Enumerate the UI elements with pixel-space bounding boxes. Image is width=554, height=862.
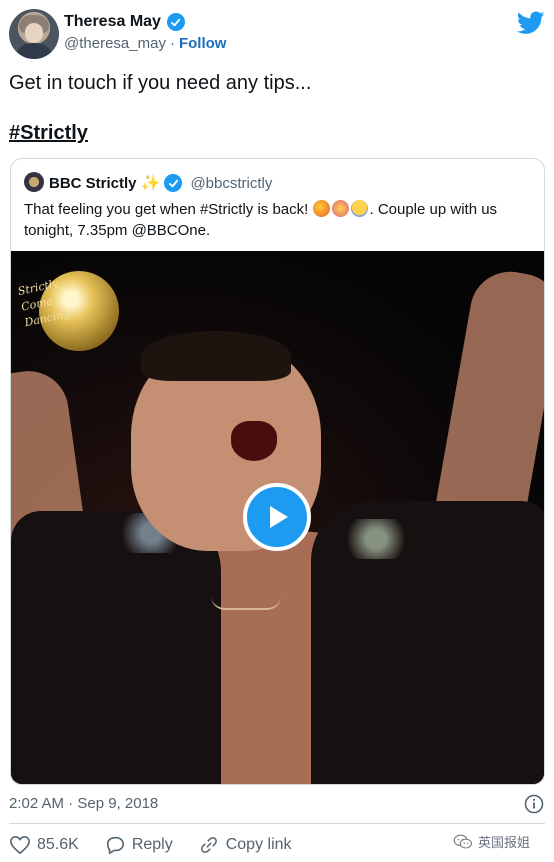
quoted-tweet-card[interactable]: BBC Strictly ✨ @bbcstrictly That feeling…: [10, 158, 545, 785]
twitter-bird-icon[interactable]: [517, 11, 545, 35]
author-handle[interactable]: @theresa_may: [64, 35, 166, 52]
author-name[interactable]: Theresa May: [64, 13, 161, 31]
author-handle-row: @theresa_may · Follow: [64, 35, 226, 52]
quoted-tweet-text: That feeling you get when #Strictly is b…: [24, 199, 534, 241]
video-logo-text: Strictly Come Dancing: [17, 275, 72, 332]
copy-link-button[interactable]: Copy link: [198, 835, 292, 855]
quoted-author-name[interactable]: BBC Strictly: [49, 175, 137, 192]
info-icon[interactable]: [524, 794, 544, 814]
action-bar: 85.6K Reply Copy link: [9, 835, 317, 855]
watermark-text: 英国报姐: [478, 835, 531, 850]
like-button[interactable]: 85.6K: [9, 835, 79, 855]
reply-icon: [106, 836, 124, 854]
video-player[interactable]: Strictly Come Dancing: [11, 251, 544, 784]
wechat-icon: [453, 834, 472, 849]
party-popper-emoji-icon: [313, 200, 331, 217]
verified-badge-icon: [164, 174, 183, 192]
copy-link-label: Copy link: [225, 836, 292, 853]
reply-label: Reply: [131, 836, 173, 853]
heart-icon: [10, 835, 30, 855]
quoted-text-before: That feeling you get when #Strictly is b…: [24, 201, 313, 218]
play-button[interactable]: [243, 483, 311, 551]
sparkles-emoji-icon: ✨: [140, 175, 161, 192]
quoted-author-handle[interactable]: @bbcstrictly: [190, 175, 272, 192]
tweet-timestamp[interactable]: 2:02 AM · Sep 9, 2018: [9, 795, 158, 812]
reply-button[interactable]: Reply: [104, 835, 173, 855]
tweet-text: Get in touch if you need any tips...: [9, 72, 312, 94]
like-count: 85.6K: [37, 836, 79, 853]
separator: ·: [169, 35, 175, 52]
watermark: 英国报姐: [453, 832, 530, 851]
divider: [9, 823, 545, 824]
verified-badge-icon: [166, 13, 185, 31]
quoted-author-row[interactable]: BBC Strictly ✨ @bbcstrictly: [49, 173, 272, 193]
screaming-face-emoji-icon: [351, 200, 369, 217]
star-struck-emoji-icon: [332, 200, 350, 217]
author-avatar[interactable]: [9, 9, 59, 59]
author-name-row[interactable]: Theresa May: [64, 13, 185, 31]
quoted-avatar[interactable]: [24, 172, 44, 192]
hashtag-link[interactable]: #Strictly: [9, 122, 88, 145]
follow-button[interactable]: Follow: [179, 35, 227, 52]
play-icon: [270, 506, 288, 528]
link-icon: [200, 837, 217, 853]
